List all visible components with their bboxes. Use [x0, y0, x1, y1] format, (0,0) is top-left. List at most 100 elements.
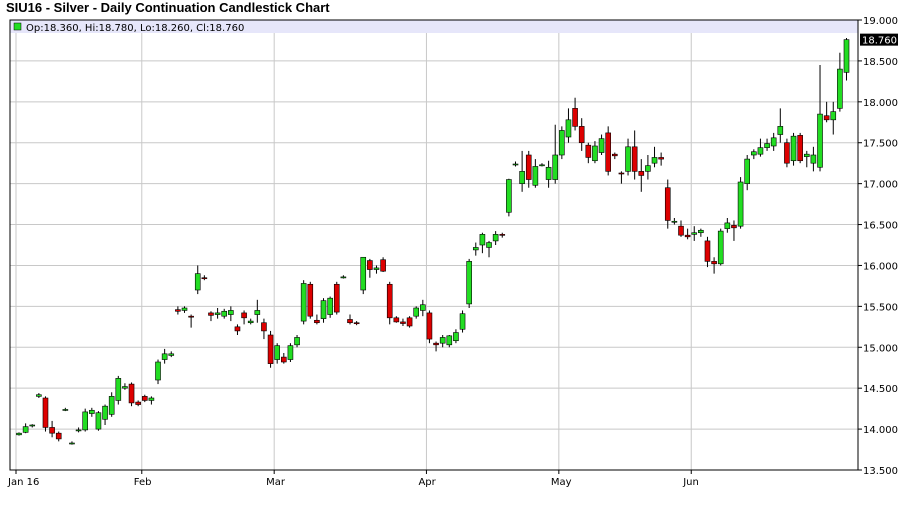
- candle-body-up: [698, 229, 704, 234]
- candle: [539, 163, 545, 167]
- candle-body-up: [552, 154, 559, 180]
- candle: [380, 257, 386, 272]
- candle: [592, 141, 598, 164]
- candle-body-up: [247, 320, 254, 324]
- y-tick-label: 18.500: [863, 57, 898, 68]
- candle-body-up: [340, 276, 347, 279]
- candle: [651, 146, 658, 168]
- candle-body-down: [188, 315, 194, 318]
- candle: [89, 407, 95, 417]
- candle: [214, 308, 221, 319]
- candle: [479, 232, 486, 254]
- candle-body-up: [565, 119, 572, 138]
- candle-body-up: [194, 273, 201, 291]
- x-tick-label: May: [551, 477, 572, 488]
- candle-body-up: [764, 143, 770, 148]
- x-tick-label: Feb: [134, 477, 152, 488]
- candle: [784, 138, 790, 168]
- candle: [367, 258, 373, 278]
- y-tick-label: 18.000: [863, 98, 898, 109]
- candle-body-down: [135, 401, 141, 405]
- candle-body-up: [843, 39, 850, 73]
- candle: [353, 321, 360, 326]
- candle: [506, 178, 512, 217]
- candle: [102, 404, 108, 425]
- candle-body-up: [539, 164, 545, 167]
- candle: [737, 177, 744, 229]
- candle: [82, 408, 88, 432]
- candle-body-up: [360, 256, 367, 291]
- candle: [810, 146, 817, 172]
- candle-body-up: [651, 157, 658, 164]
- candle: [42, 396, 49, 432]
- candle-body-down: [128, 383, 135, 404]
- candle: [803, 150, 810, 168]
- candle-body-down: [638, 171, 645, 176]
- candle-body-up: [559, 130, 565, 156]
- candle-body-down: [380, 259, 386, 272]
- candle: [115, 375, 122, 405]
- candle: [267, 330, 274, 368]
- y-tick-label: 15.000: [863, 343, 898, 354]
- y-tick-label: 14.500: [863, 384, 898, 395]
- candle-body-down: [400, 321, 406, 324]
- candle-body-up: [439, 337, 446, 344]
- candle: [830, 101, 837, 135]
- candle-body-up: [89, 409, 95, 414]
- candle-body-up: [592, 145, 598, 162]
- candle-body-down: [658, 157, 664, 160]
- candle: [757, 138, 764, 157]
- y-tick-label: 17.500: [863, 139, 898, 150]
- candle-body-up: [691, 232, 698, 235]
- candle-body-down: [711, 261, 717, 265]
- candle: [294, 335, 300, 348]
- candle-body-down: [618, 172, 625, 175]
- candle: [598, 134, 605, 155]
- candle-body-up: [532, 166, 539, 186]
- candle-body-up: [274, 345, 280, 360]
- candle-body-up: [506, 179, 512, 213]
- candle-body-up: [82, 411, 88, 431]
- candle-body-up: [122, 386, 128, 389]
- candle-body-down: [704, 240, 711, 262]
- candle: [221, 308, 228, 319]
- candle-body-up: [625, 146, 631, 172]
- candle: [400, 318, 406, 326]
- candle: [327, 296, 333, 318]
- candle-body-up: [214, 312, 221, 315]
- candle-body-up: [598, 138, 605, 153]
- candle: [300, 280, 307, 325]
- candle-body-down: [611, 153, 618, 157]
- candle: [155, 359, 161, 385]
- candle: [280, 353, 287, 364]
- candle-body-up: [320, 300, 327, 319]
- candle: [29, 424, 36, 428]
- candle: [208, 311, 214, 322]
- candle-body-up: [790, 135, 797, 162]
- x-tick-label: Jun: [682, 477, 699, 488]
- candle: [314, 314, 320, 325]
- candle-body-down: [280, 356, 287, 363]
- candle: [333, 281, 340, 315]
- candle-body-up: [148, 397, 155, 401]
- candle: [605, 126, 611, 176]
- candle-body-up: [413, 307, 420, 317]
- candle-body-up: [751, 151, 757, 156]
- candle: [552, 124, 559, 184]
- candle-body-down: [605, 132, 611, 172]
- candle: [565, 108, 572, 143]
- candle: [532, 159, 539, 188]
- candle-body-up: [645, 165, 651, 172]
- candle-body-up: [155, 361, 161, 381]
- candle-body-down: [353, 322, 360, 325]
- candle: [188, 314, 194, 328]
- candle-body-down: [261, 322, 267, 332]
- candle: [175, 306, 181, 315]
- x-tick-label: Jan 16: [7, 477, 39, 488]
- candle-body-down: [49, 427, 55, 434]
- y-tick-label: 14.000: [863, 425, 898, 436]
- candle-body-up: [102, 405, 108, 420]
- candle: [16, 432, 22, 436]
- candle: [823, 101, 830, 123]
- y-tick-label: 17.000: [863, 180, 898, 191]
